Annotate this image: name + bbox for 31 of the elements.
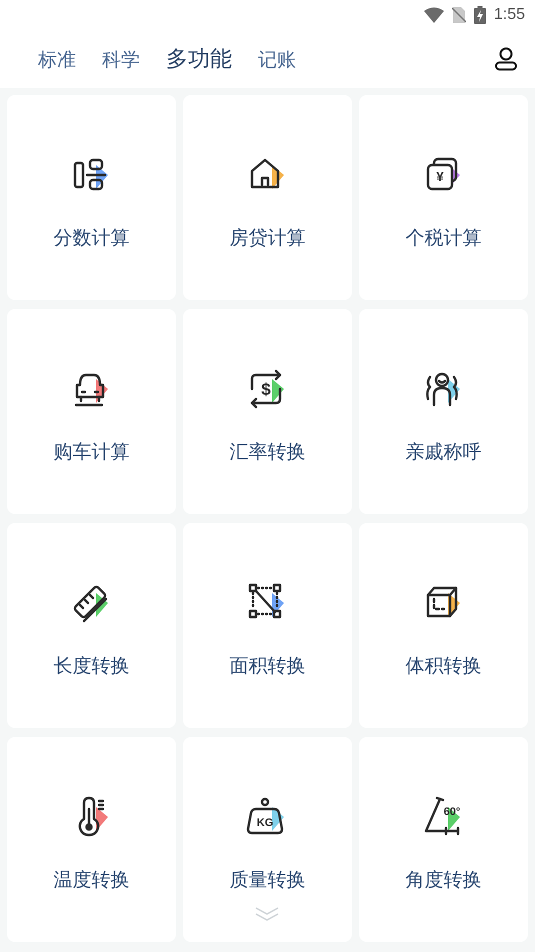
tool-card[interactable]: 温度转换 [7,737,176,942]
user-icon[interactable] [495,47,517,71]
mode-tab[interactable]: 记账 [258,47,296,73]
tool-label: 汇率转换 [230,440,306,465]
mode-tab[interactable]: 多功能 [166,44,232,74]
tool-card[interactable]: 长度转换 [7,523,176,728]
tool-label: 长度转换 [54,654,130,679]
tool-label: 分数计算 [54,226,130,251]
tool-label: 个税计算 [406,226,482,251]
tool-label: 亲戚称呼 [406,440,482,465]
clock-time: 1:55 [494,6,525,24]
tool-label: 购车计算 [54,440,130,465]
mode-tab[interactable]: 科学 [102,47,140,73]
tool-card[interactable]: 房贷计算 [183,95,352,300]
tool-label: 房贷计算 [230,226,306,251]
tool-label: 体积转换 [406,654,482,679]
tool-label: 质量转换 [230,868,306,893]
tool-card[interactable]: 购车计算 [7,309,176,514]
tool-card[interactable]: 面积转换 [183,523,352,728]
tool-card[interactable]: 分数计算 [7,95,176,300]
no-sim-icon [452,7,466,23]
wifi-icon [424,7,444,23]
tool-card[interactable]: $ 汇率转换 [183,309,352,514]
tool-card[interactable]: 体积转换 [359,523,528,728]
tool-label: 面积转换 [230,654,306,679]
tool-card[interactable]: 亲戚称呼 [359,309,528,514]
battery-icon [474,6,486,24]
tool-label: 角度转换 [406,868,482,893]
tool-label: 温度转换 [54,868,130,893]
tool-card[interactable]: ¥ 个税计算 [359,95,528,300]
mode-tab[interactable]: 标准 [38,47,76,73]
